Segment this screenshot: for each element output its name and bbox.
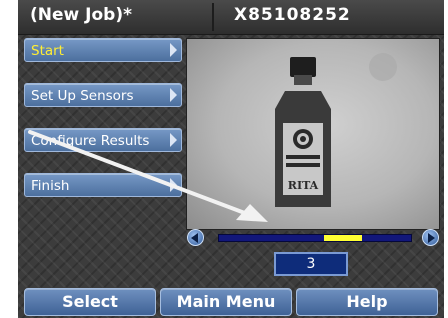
chevron-right-icon bbox=[170, 88, 177, 102]
arrow-right-icon bbox=[428, 233, 435, 243]
camera-image-view[interactable]: RITA bbox=[186, 38, 440, 230]
bottle-label-text: RITA bbox=[288, 179, 319, 192]
camera-screen: (New Job)* X85108252 Start Set Up Sensor… bbox=[18, 0, 444, 318]
bottle-image: RITA bbox=[275, 53, 397, 207]
sidebar-item-finish[interactable]: Finish bbox=[24, 173, 182, 197]
sidebar-item-label: Configure Results bbox=[31, 133, 150, 149]
sidebar-item-set-up-sensors[interactable]: Set Up Sensors bbox=[24, 83, 182, 107]
job-title: (New Job)* bbox=[30, 5, 132, 25]
scroll-thumb[interactable] bbox=[324, 235, 362, 241]
chevron-right-icon bbox=[170, 133, 177, 147]
main-menu-button[interactable]: Main Menu bbox=[160, 288, 292, 316]
sidebar-item-configure-results[interactable]: Configure Results bbox=[24, 128, 182, 152]
frame-scroller[interactable] bbox=[186, 228, 444, 248]
sidebar-item-start[interactable]: Start bbox=[24, 38, 182, 62]
softkey-bar: Select Main Menu Help bbox=[18, 286, 444, 318]
scroll-left-button[interactable] bbox=[187, 229, 204, 246]
select-button[interactable]: Select bbox=[24, 288, 156, 316]
serial-number: X85108252 bbox=[234, 5, 351, 25]
title-bar: (New Job)* X85108252 bbox=[18, 0, 444, 35]
help-button[interactable]: Help bbox=[296, 288, 438, 316]
sidebar-item-label: Set Up Sensors bbox=[31, 88, 134, 104]
arrow-left-icon bbox=[191, 233, 198, 243]
chevron-right-icon bbox=[170, 178, 177, 192]
chevron-right-icon bbox=[170, 43, 177, 57]
scroll-right-button[interactable] bbox=[422, 229, 439, 246]
scroll-track[interactable] bbox=[218, 234, 412, 242]
sidebar-item-label: Finish bbox=[31, 178, 70, 194]
frame-counter: 3 bbox=[274, 252, 348, 276]
title-divider bbox=[212, 3, 214, 31]
sidebar-item-label: Start bbox=[31, 43, 64, 59]
